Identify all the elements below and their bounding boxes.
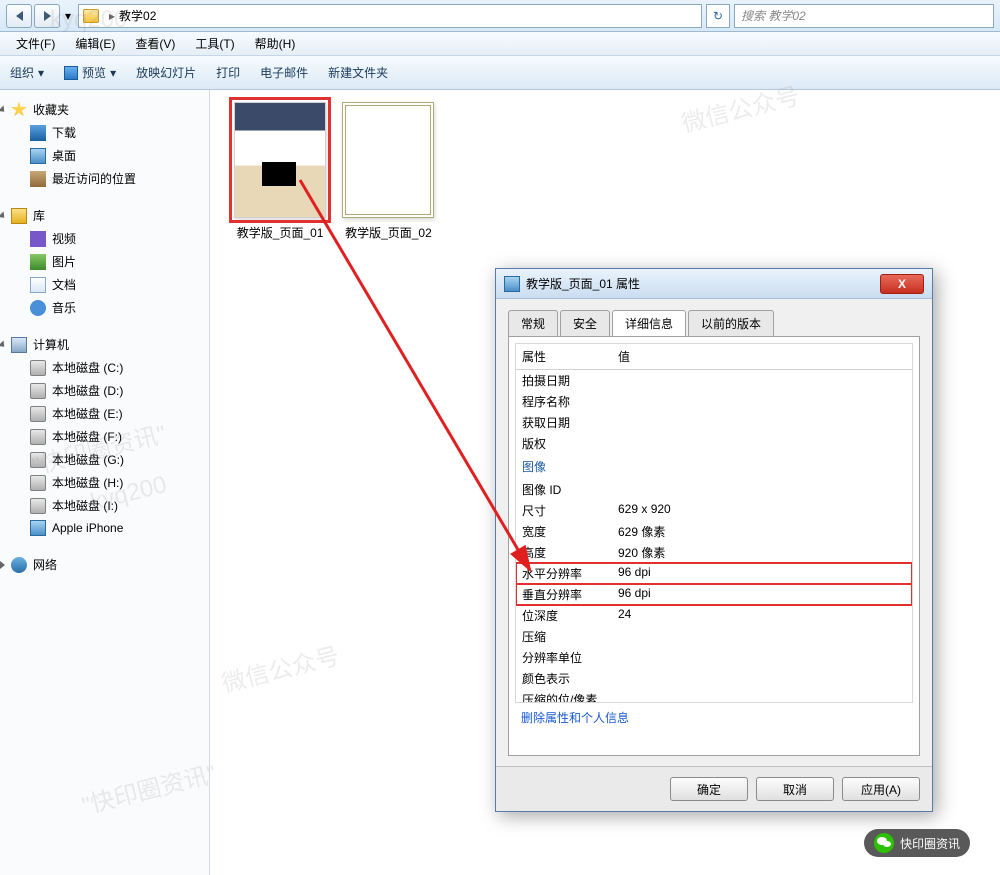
newfolder-button[interactable]: 新建文件夹 (328, 64, 388, 81)
close-button[interactable]: X (880, 274, 924, 294)
drive-icon (30, 406, 46, 422)
address-bar: ▾ ▸ 教学02 ↻ 搜索 教学02 (0, 0, 1000, 32)
video-icon (30, 231, 46, 247)
device-icon (30, 520, 46, 536)
organize-button[interactable]: 组织 ▾ (10, 64, 44, 81)
sidebar-item-drive-c[interactable]: 本地磁盘 (C:) (4, 356, 205, 379)
music-icon (30, 300, 46, 316)
tab-security[interactable]: 安全 (560, 310, 610, 336)
expand-icon (0, 340, 7, 349)
sidebar-item-documents[interactable]: 文档 (4, 273, 205, 296)
file-label: 教学版_页面_01 (237, 224, 324, 241)
file-thumbnail[interactable]: 教学版_页面_01 (230, 102, 330, 241)
file-label: 教学版_页面_02 (345, 224, 432, 241)
prop-hres: 水平分辨率96 dpi (516, 563, 912, 584)
refresh-button[interactable]: ↻ (706, 4, 730, 28)
sidebar-item-drive-e[interactable]: 本地磁盘 (E:) (4, 402, 205, 425)
property-list[interactable]: 属性值 拍摄日期 程序名称 获取日期 版权 图像 图像 ID 尺寸629 x 9… (515, 343, 913, 703)
properties-dialog: 教学版_页面_01 属性 X 常规 安全 详细信息 以前的版本 属性值 拍摄日期… (495, 268, 933, 812)
dialog-titlebar[interactable]: 教学版_页面_01 属性 X (496, 269, 932, 299)
arrow-right-icon (44, 11, 51, 21)
pictures-icon (30, 254, 46, 270)
computer-icon (11, 337, 27, 353)
sidebar-item-desktop[interactable]: 桌面 (4, 144, 205, 167)
drive-icon (30, 498, 46, 514)
sidebar-computer[interactable]: 计算机 (4, 333, 205, 356)
section-image: 图像 (516, 454, 912, 479)
sidebar-favorites[interactable]: 收藏夹 (4, 98, 205, 121)
drive-icon (30, 475, 46, 491)
sidebar-item-drive-f[interactable]: 本地磁盘 (F:) (4, 425, 205, 448)
cancel-button[interactable]: 取消 (756, 777, 834, 801)
tab-general[interactable]: 常规 (508, 310, 558, 336)
recent-icon (30, 171, 46, 187)
chevron-right-icon: ▸ (109, 9, 115, 23)
details-pane: 属性值 拍摄日期 程序名称 获取日期 版权 图像 图像 ID 尺寸629 x 9… (508, 336, 920, 756)
search-input[interactable]: 搜索 教学02 (734, 4, 994, 28)
sidebar-item-drive-d[interactable]: 本地磁盘 (D:) (4, 379, 205, 402)
menu-file[interactable]: 文件(F) (8, 33, 63, 54)
menu-tools[interactable]: 工具(T) (187, 33, 242, 54)
dialog-title: 教学版_页面_01 属性 (526, 275, 640, 292)
sidebar-item-drive-h[interactable]: 本地磁盘 (H:) (4, 471, 205, 494)
expand-icon (0, 105, 7, 114)
property-header: 属性值 (516, 344, 912, 370)
drive-icon (30, 383, 46, 399)
sidebar-item-drive-i[interactable]: 本地磁盘 (I:) (4, 494, 205, 517)
nav-forward-button[interactable] (34, 4, 60, 28)
star-icon (11, 102, 27, 118)
tab-details[interactable]: 详细信息 (612, 310, 686, 336)
history-dropdown[interactable]: ▾ (62, 9, 74, 23)
remove-properties-link[interactable]: 删除属性和个人信息 (515, 703, 913, 732)
sidebar-libraries[interactable]: 库 (4, 204, 205, 227)
sidebar-item-pictures[interactable]: 图片 (4, 250, 205, 273)
expand-icon (0, 561, 5, 569)
folder-icon (83, 9, 99, 23)
drive-icon (30, 452, 46, 468)
drive-icon (30, 360, 46, 376)
preview-icon (64, 66, 78, 80)
toolbar: 组织 ▾ 预览 ▾ 放映幻灯片 打印 电子邮件 新建文件夹 (0, 56, 1000, 90)
wechat-badge: 快印圈资讯 (864, 829, 970, 857)
download-icon (30, 125, 46, 141)
menu-bar: 文件(F) 编辑(E) 查看(V) 工具(T) 帮助(H) (0, 32, 1000, 56)
network-icon (11, 557, 27, 573)
sidebar-network[interactable]: 网络 (4, 553, 205, 576)
sidebar-item-drive-g[interactable]: 本地磁盘 (G:) (4, 448, 205, 471)
ok-button[interactable]: 确定 (670, 777, 748, 801)
sidebar-item-downloads[interactable]: 下载 (4, 121, 205, 144)
breadcrumb[interactable]: ▸ 教学02 (78, 4, 702, 28)
menu-help[interactable]: 帮助(H) (247, 33, 304, 54)
library-icon (11, 208, 27, 224)
desktop-icon (30, 148, 46, 164)
sidebar: 收藏夹 下载 桌面 最近访问的位置 库 视频 图片 文档 音乐 计算机 本地磁盘… (0, 90, 210, 875)
expand-icon (0, 211, 7, 220)
documents-icon (30, 277, 46, 293)
dialog-icon (504, 276, 520, 292)
file-thumbnail[interactable]: 教学版_页面_02 (338, 102, 438, 241)
prop-vres: 垂直分辨率96 dpi (516, 584, 912, 605)
breadcrumb-folder[interactable]: 教学02 (119, 7, 156, 24)
sidebar-item-iphone[interactable]: Apple iPhone (4, 517, 205, 539)
nav-back-button[interactable] (6, 4, 32, 28)
sidebar-item-recent[interactable]: 最近访问的位置 (4, 167, 205, 190)
drive-icon (30, 429, 46, 445)
arrow-left-icon (16, 11, 23, 21)
wechat-icon (874, 833, 894, 853)
slideshow-button[interactable]: 放映幻灯片 (136, 64, 196, 81)
preview-button[interactable]: 预览 ▾ (64, 64, 116, 81)
menu-view[interactable]: 查看(V) (127, 33, 183, 54)
sidebar-item-music[interactable]: 音乐 (4, 296, 205, 319)
sidebar-item-videos[interactable]: 视频 (4, 227, 205, 250)
dialog-tabs: 常规 安全 详细信息 以前的版本 (508, 310, 920, 337)
menu-edit[interactable]: 编辑(E) (67, 33, 123, 54)
email-button[interactable]: 电子邮件 (260, 64, 308, 81)
apply-button[interactable]: 应用(A) (842, 777, 920, 801)
print-button[interactable]: 打印 (216, 64, 240, 81)
tab-previous-versions[interactable]: 以前的版本 (688, 310, 774, 336)
